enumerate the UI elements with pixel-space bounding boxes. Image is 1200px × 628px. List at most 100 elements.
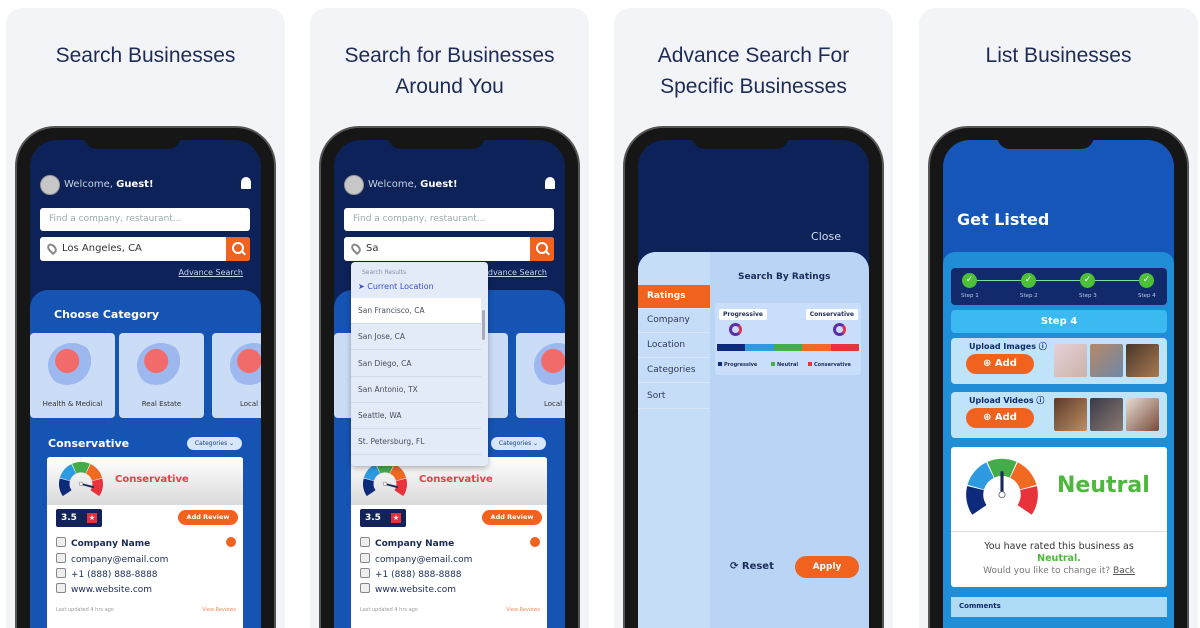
category-card-local-services[interactable]: Local Se [516,333,565,418]
star-icon: ★ [391,513,401,523]
business-card-header: Conservative [47,457,243,505]
search-input[interactable]: Find a company, restaurant... [40,208,250,231]
add-videos-button[interactable]: ⊕ Add [966,408,1034,428]
result-item[interactable]: San Francisco, CA [351,298,481,324]
gauge-segment [363,478,376,497]
tab-ratings[interactable]: Ratings [638,285,710,309]
company-email[interactable]: company@email.com [56,553,168,565]
category-label: Local Se [239,400,261,408]
rating-label: Conservative [419,474,493,485]
company-name: Company Name [360,537,454,549]
category-card-real-estate[interactable]: Real Estate [119,333,204,418]
building-icon [56,537,66,547]
avatar[interactable] [344,175,364,195]
search-button[interactable] [226,237,250,261]
location-input[interactable]: Los Angeles, CA [40,237,250,261]
phone-screen: Welcome, Guest! Find a company, restaura… [30,140,261,628]
ladder-illustration [534,343,565,388]
category-card-local-services[interactable]: Local Se [212,333,261,418]
location-query: Sa [366,243,379,254]
rating-badge: 3.5 ★ [360,509,406,527]
tab-sort[interactable]: Sort [638,385,710,409]
business-card[interactable]: Conservative 3.5 ★ Add Review Company Nam… [351,457,547,628]
dropdown-scrollbar[interactable] [482,310,485,340]
email-text: company@email.com [375,555,473,565]
company-phone[interactable]: +1 (888) 888-8888 [56,568,158,580]
add-review-button[interactable]: Add Review [482,510,542,525]
info-icon[interactable]: ⓘ [1036,396,1044,405]
tab-company[interactable]: Company [638,309,710,333]
business-card[interactable]: Conservative 3.5 ★ Add Review Company Nam… [47,457,243,628]
conservative-tag: Conservative [805,309,858,320]
rating-slider[interactable]: Progressive Conservative Progressive Neu… [715,303,861,375]
apply-button[interactable]: Apply [795,556,859,578]
close-button[interactable]: Close [811,230,841,243]
globe-icon [360,583,370,593]
rating-gauge-icon [363,461,407,497]
phone-notch [997,128,1094,149]
result-item[interactable]: St. Petersburg, FL [351,429,481,455]
current-location-label: Current Location [367,282,434,291]
slider-handle-left[interactable] [729,323,742,336]
add-images-button[interactable]: ⊕ Add [966,354,1034,374]
category-card-health[interactable]: Health & Medical [30,333,115,418]
advance-search-link[interactable]: Advance Search [179,268,243,277]
result-item[interactable]: Seattle, WA [351,403,481,429]
company-website[interactable]: www.website.com [360,583,456,595]
view-reviews-link[interactable]: View Reviews [506,607,540,613]
phone-frame: Welcome, Guest! Find a company, restaura… [17,128,274,628]
image-thumbnail[interactable] [1090,344,1123,377]
result-item[interactable]: San Jose, CA [351,324,481,350]
welcome-label: Welcome, [64,179,117,190]
phone-notch [692,128,789,149]
result-item[interactable]: San Diego, CA [351,351,481,377]
website-text: www.website.com [375,585,457,595]
rated-value: Neutral. [1037,553,1081,564]
video-thumbnail[interactable] [1054,398,1087,431]
location-input[interactable]: Sa [344,237,554,261]
company-phone[interactable]: +1 (888) 888-8888 [360,568,462,580]
share-icon[interactable] [530,537,540,547]
categories-dropdown[interactable]: Categories ⌄ [187,437,242,450]
building-icon [360,537,370,547]
image-thumbnail[interactable] [1126,344,1159,377]
legend-progressive: Progressive [718,362,757,368]
rating-value-neutral: Neutral [1057,473,1150,498]
email-text: company@email.com [71,555,169,565]
slider-handle-right[interactable] [833,323,846,336]
category-label: Real Estate [141,400,182,408]
reset-button[interactable]: ⟳ Reset [730,561,774,572]
tab-categories[interactable]: Categories [638,359,710,383]
current-location-option[interactable]: ➤ Current Location [358,282,434,291]
company-email[interactable]: company@email.com [360,553,472,565]
change-prompt: Would you like to change it? Back [951,566,1167,576]
legend-conservative: Conservative [808,362,851,368]
search-input[interactable]: Find a company, restaurant... [344,208,554,231]
add-review-button[interactable]: Add Review [178,510,238,525]
gauge-segment [1017,485,1038,515]
check-icon: ✓ [1080,273,1095,288]
categories-dropdown[interactable]: Categories ⌄ [491,437,546,450]
company-website[interactable]: www.website.com [56,583,152,595]
tab-location[interactable]: Location [638,334,710,358]
bell-icon[interactable] [545,177,555,189]
result-item[interactable]: San Antonio, TX [351,377,481,403]
bell-icon[interactable] [241,177,251,189]
back-link[interactable]: Back [1113,566,1135,576]
step-label: Step 4 [1138,293,1156,299]
upload-videos-label: Upload Videos ⓘ [969,395,1044,406]
view-reviews-link[interactable]: View Reviews [202,607,236,613]
share-icon[interactable] [226,537,236,547]
video-thumbnail[interactable] [1090,398,1123,431]
video-thumbnail[interactable] [1126,398,1159,431]
image-thumbnail[interactable] [1054,344,1087,377]
phone-icon [56,568,66,578]
location-pin-icon [349,241,363,256]
scale-segment [830,344,860,351]
advance-search-link[interactable]: Advance Search [483,268,547,277]
search-button[interactable] [530,237,554,261]
rating-label: Conservative [115,474,189,485]
avatar[interactable] [40,175,60,195]
progressive-tag: Progressive [719,309,767,320]
info-icon[interactable]: ⓘ [1039,342,1047,351]
